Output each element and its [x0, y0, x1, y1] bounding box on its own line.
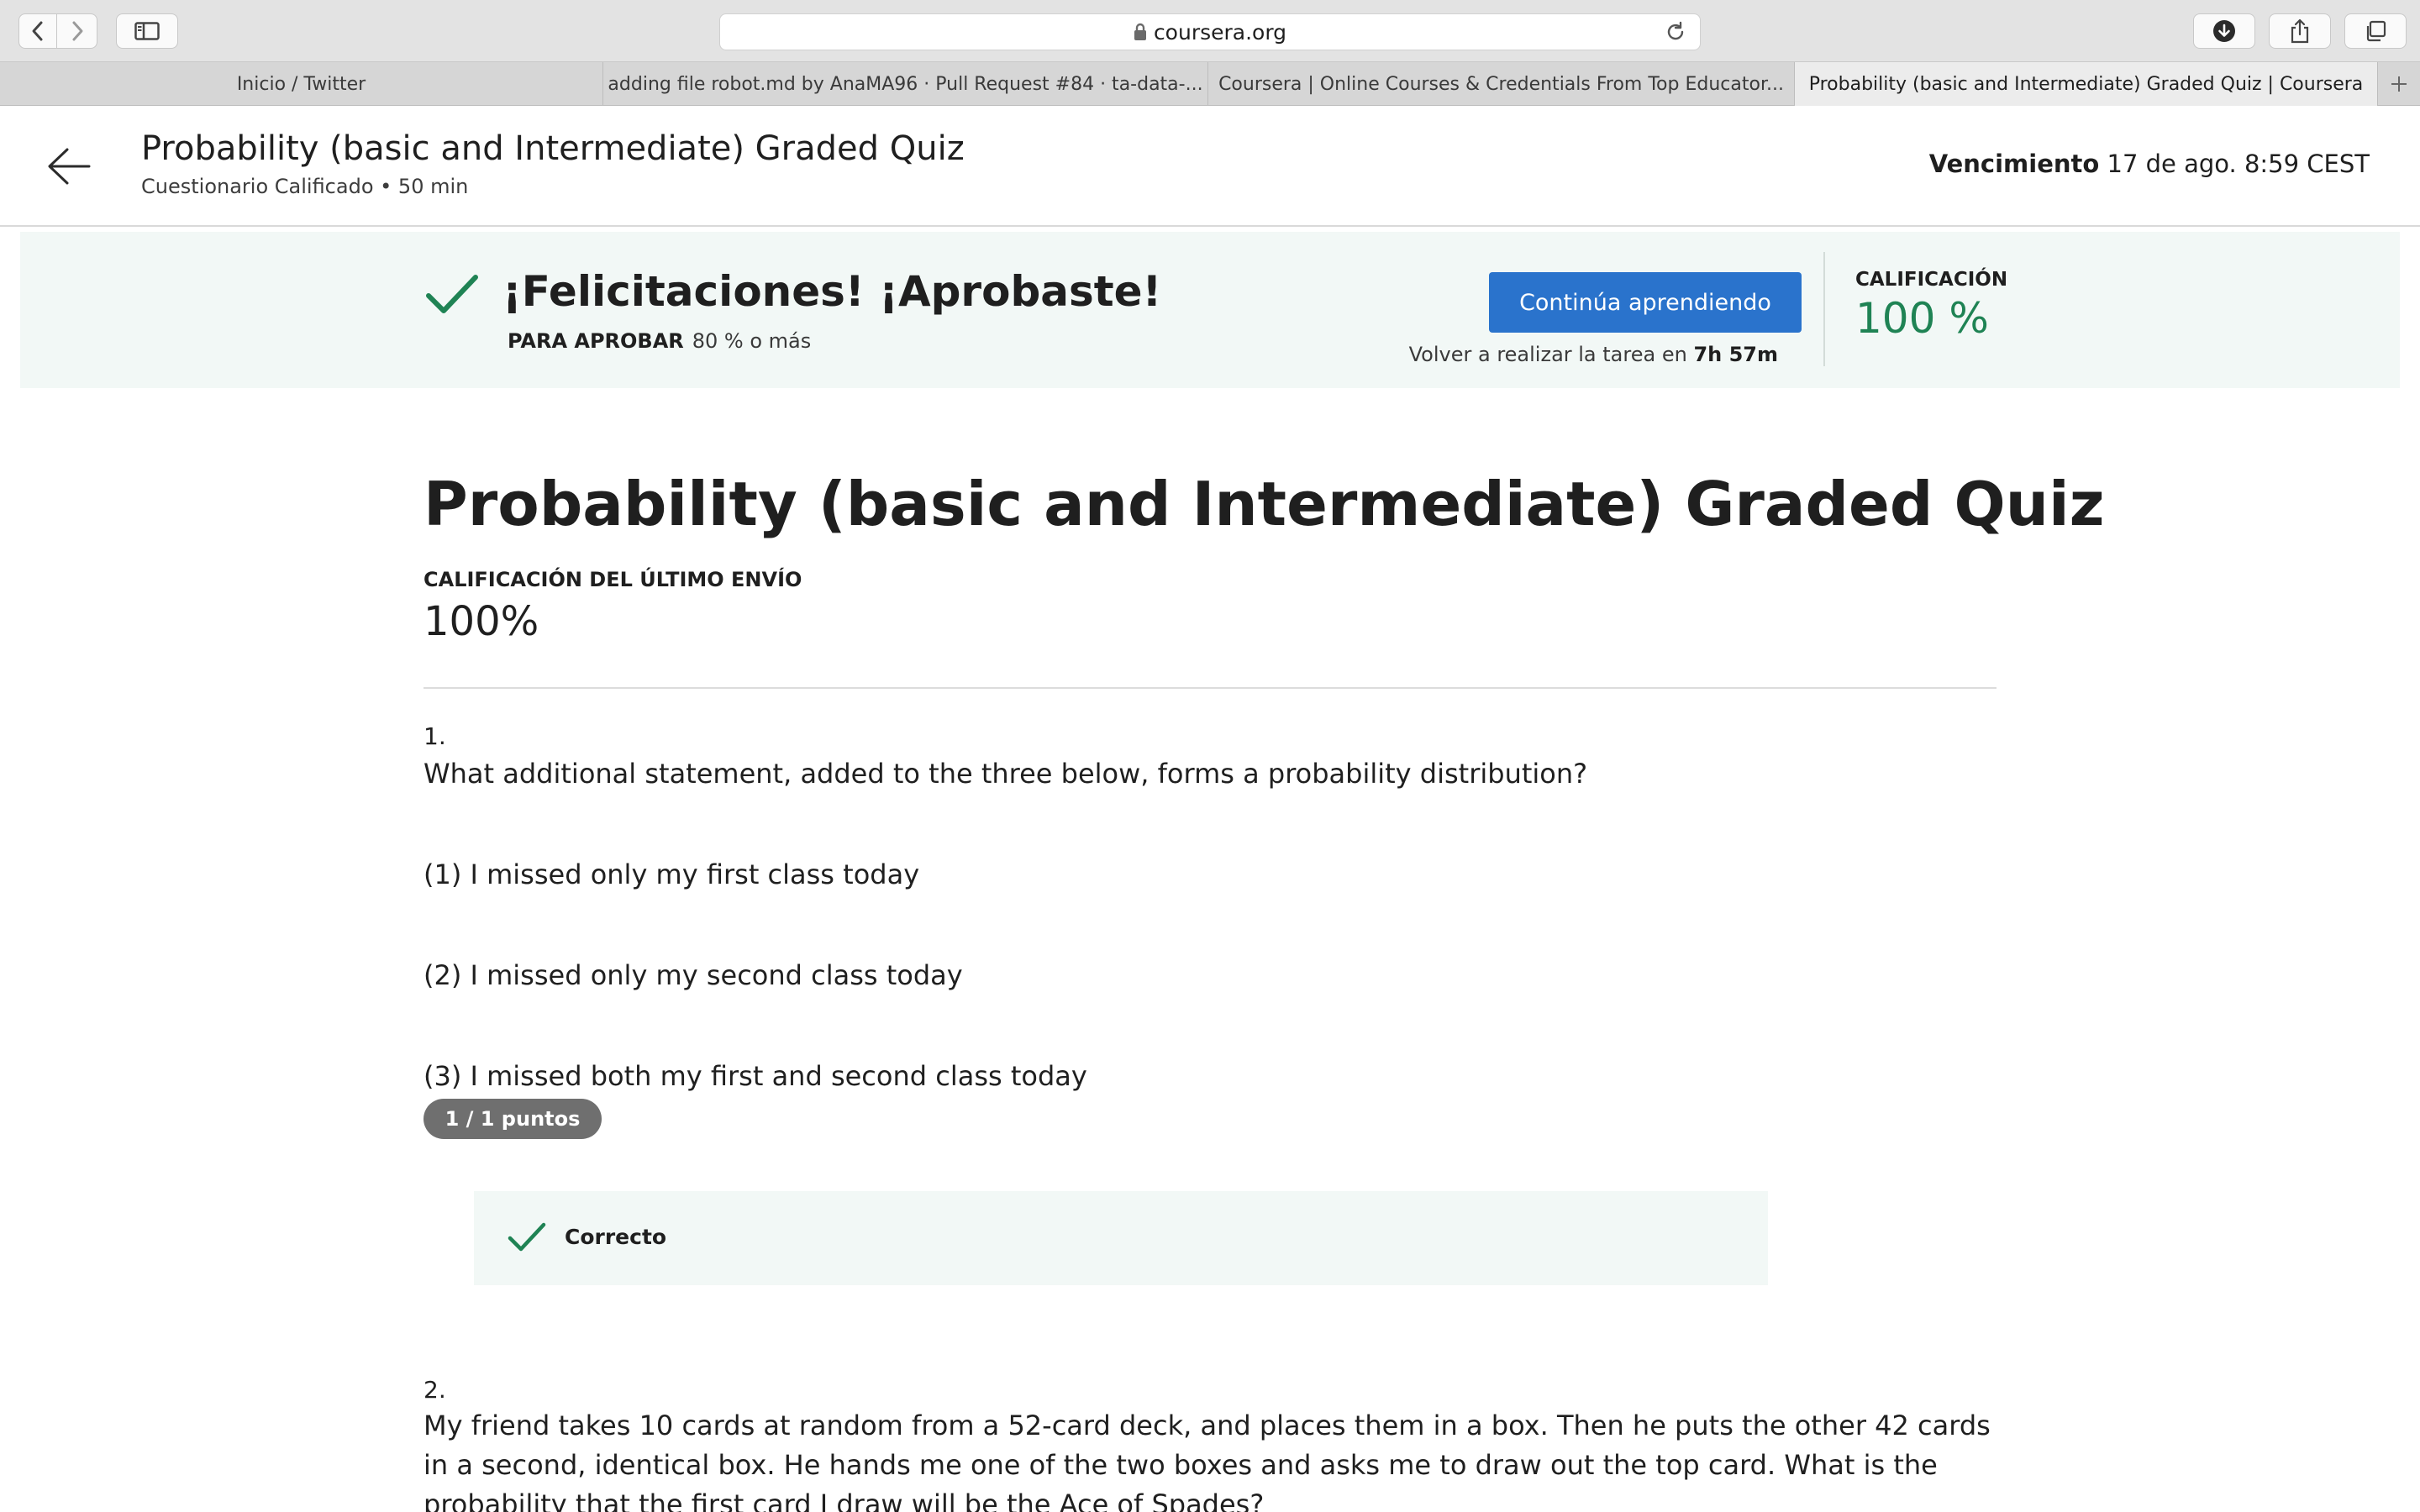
check-icon [508, 1222, 546, 1252]
chevron-left-icon [32, 21, 43, 41]
new-tab-button[interactable] [2378, 62, 2420, 106]
lock-icon [1134, 23, 1146, 40]
tab-twitter[interactable]: Inicio / Twitter [0, 62, 603, 106]
last-submission-label: CALIFICACIÓN DEL ÚLTIMO ENVÍO [424, 568, 802, 591]
sidebar-icon [134, 22, 160, 40]
grade-value: 100 % [1855, 294, 1989, 343]
download-icon [2213, 20, 2235, 42]
check-icon [426, 275, 478, 313]
result-banner: ¡Felicitaciones! ¡Aprobaste! PARA APROBA… [20, 232, 2400, 388]
feedback-text: Correcto [565, 1225, 667, 1249]
pass-value: 80 % o más [692, 329, 812, 353]
downloads-button[interactable] [2193, 13, 2255, 49]
page-title: Probability (basic and Intermediate) Gra… [141, 129, 965, 168]
sidebar-toggle-button[interactable] [116, 13, 178, 49]
tab-pull-request[interactable]: adding file robot.md by AnaMA96 · Pull R… [603, 62, 1208, 106]
due-label: Vencimiento [1928, 150, 2100, 178]
chevron-right-icon [72, 21, 82, 41]
question-statement: (3) I missed both my first and second cl… [424, 1060, 1087, 1092]
plus-icon [2391, 76, 2407, 92]
question-text: My friend takes 10 cards at random from … [424, 1410, 1991, 1512]
question-number: 1. [424, 722, 446, 750]
quiz-title: Probability (basic and Intermediate) Gra… [424, 469, 2105, 539]
banner-divider [1823, 252, 1825, 366]
arrow-left-icon [48, 148, 91, 185]
question-text: What additional statement, added to the … [424, 758, 1588, 790]
tab-quiz[interactable]: Probability (basic and Intermediate) Gra… [1795, 62, 2378, 106]
tab-coursera-home[interactable]: Coursera | Online Courses & Credentials … [1208, 62, 1795, 106]
due-date: Vencimiento 17 de ago. 8:59 CEST [1929, 150, 2370, 178]
question-statement: (2) I missed only my second class today [424, 959, 963, 991]
show-tabs-button[interactable] [2344, 13, 2407, 49]
page-subtitle: Cuestionario Calificado • 50 min [141, 175, 469, 198]
last-submission-value: 100% [424, 598, 539, 645]
address-bar[interactable]: coursera.org [719, 13, 1701, 50]
reload-icon [1667, 21, 1684, 40]
browser-toolbar: coursera.org [0, 0, 2420, 62]
tabs-icon [2366, 20, 2386, 42]
grade-label: CALIFICACIÓN [1855, 269, 2008, 291]
congrats-heading: ¡Felicitaciones! ¡Aprobaste! [502, 267, 1162, 316]
divider [424, 687, 1996, 689]
share-button[interactable] [2269, 13, 2331, 49]
share-icon [2291, 18, 2309, 44]
reload-button[interactable] [1665, 21, 1686, 46]
retry-time: 7h 57m [1693, 343, 1778, 366]
question-number: 2. [424, 1376, 446, 1404]
feedback-box: Correcto [474, 1191, 1768, 1285]
pass-label: PARA APROBAR [508, 329, 684, 353]
browser-forward-button[interactable] [57, 13, 97, 49]
continue-learning-button[interactable]: Continúa aprendiendo [1489, 272, 1802, 333]
page-header: Probability (basic and Intermediate) Gra… [0, 106, 2420, 227]
retry-prefix: Volver a realizar la tarea en [1408, 343, 1687, 366]
points-badge: 1 / 1 puntos [424, 1099, 602, 1139]
question-statement: (1) I missed only my first class today [424, 858, 920, 890]
tab-bar: Inicio / Twitter adding file robot.md by… [0, 62, 2420, 106]
url-text: coursera.org [1153, 19, 1287, 45]
back-to-course-button[interactable] [44, 143, 94, 190]
browser-back-button[interactable] [18, 13, 57, 49]
pass-requirement: PARA APROBAR 80 % o más [508, 329, 811, 353]
due-value: 17 de ago. 8:59 CEST [2107, 150, 2370, 178]
retry-info: Volver a realizar la tarea en 7h 57m [1409, 343, 1778, 366]
